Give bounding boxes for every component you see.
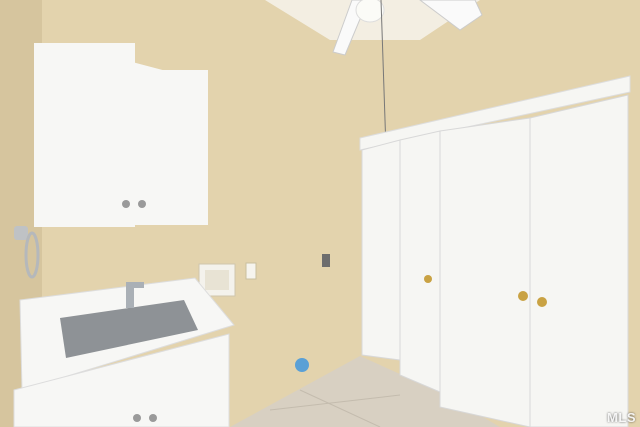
upper-cabinet-door-right — [135, 70, 208, 225]
cabinet-knob — [138, 200, 146, 208]
wall-outlet — [245, 262, 257, 280]
towel-ring-mount — [14, 226, 28, 240]
cabinet-knob — [122, 200, 130, 208]
closet-door-knob — [424, 275, 432, 283]
floor-drain-fitting — [295, 358, 309, 372]
fan-hub — [355, 0, 385, 23]
closet-bifold-doors — [359, 75, 631, 427]
base-cabinet-knob — [133, 414, 141, 422]
closet-door-panel-4 — [529, 94, 629, 427]
base-cabinet-knob — [149, 414, 157, 422]
sink-faucet-spout — [126, 282, 144, 288]
closet-door-knob — [537, 297, 547, 307]
closet-door-panel-1 — [361, 139, 401, 361]
dryer-outlet — [322, 254, 330, 267]
closet-door-knob — [518, 291, 528, 301]
utility-sink — [13, 277, 235, 427]
upper-cabinet — [34, 43, 208, 227]
closet-door-panel-2 — [399, 130, 441, 393]
laundry-room-photo — [0, 0, 640, 427]
upper-cabinet-door-left — [34, 43, 135, 227]
washer-valve-recess — [205, 270, 229, 290]
mls-watermark: MLS — [607, 410, 636, 425]
closet-door-panel-3 — [439, 117, 531, 427]
